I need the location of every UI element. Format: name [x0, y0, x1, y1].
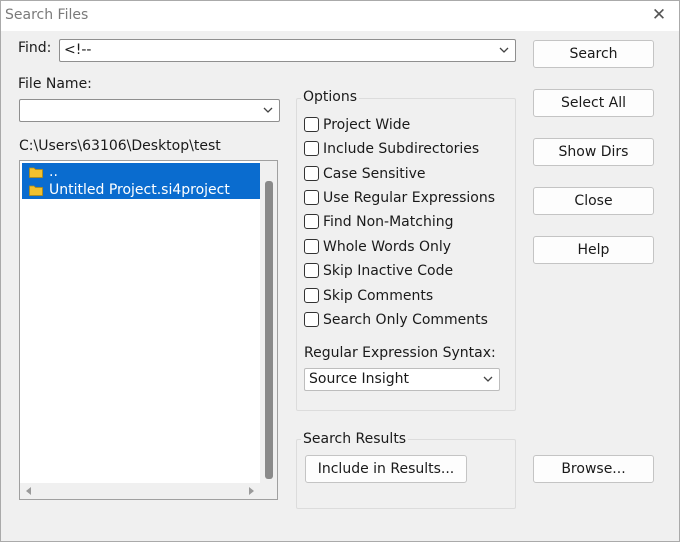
- checkbox-label: Include Subdirectories: [323, 141, 480, 157]
- checkbox-label: Use Regular Expressions: [323, 190, 496, 206]
- list-item-label: Untitled Project.si4project: [49, 182, 230, 198]
- chevron-down-icon[interactable]: [498, 44, 510, 56]
- find-value: <!--: [64, 42, 92, 58]
- title-bar: Search Files ✕: [1, 1, 679, 31]
- checkbox-box[interactable]: [304, 166, 319, 181]
- current-path: C:\Users\63106\Desktop\test: [19, 138, 221, 154]
- checkbox-label: Find Non-Matching: [323, 214, 454, 230]
- browse-button[interactable]: Browse...: [533, 455, 654, 483]
- arrow-left-icon[interactable]: [24, 486, 34, 496]
- vertical-scrollbar[interactable]: [260, 161, 277, 484]
- checkbox-box[interactable]: [304, 214, 319, 229]
- close-button[interactable]: Close: [533, 187, 654, 215]
- file-name-label: File Name:: [18, 76, 92, 92]
- select-all-button[interactable]: Select All: [533, 89, 654, 117]
- file-name-combobox[interactable]: [19, 99, 280, 122]
- regex-syntax-select[interactable]: Source Insight: [304, 368, 500, 391]
- checkbox-label: Whole Words Only: [323, 239, 452, 255]
- show-dirs-button[interactable]: Show Dirs: [533, 138, 654, 166]
- close-icon[interactable]: ✕: [651, 6, 667, 24]
- regex-syntax-label: Regular Expression Syntax:: [304, 345, 496, 361]
- search-button[interactable]: Search: [533, 40, 654, 68]
- checkbox-box[interactable]: [304, 239, 319, 254]
- include-in-results-button[interactable]: Include in Results...: [305, 455, 467, 483]
- chevron-down-icon[interactable]: [482, 373, 494, 385]
- checkbox-label: Skip Inactive Code: [323, 263, 454, 279]
- find-label: Find:: [18, 40, 52, 56]
- folder-icon: [29, 167, 43, 178]
- checkbox-box[interactable]: [304, 312, 319, 327]
- chevron-down-icon[interactable]: [262, 104, 274, 116]
- list-item-label: ..: [49, 164, 58, 180]
- checkbox-label: Case Sensitive: [323, 166, 426, 182]
- horizontal-scrollbar[interactable]: [20, 483, 277, 499]
- checkbox-label: Search Only Comments: [323, 312, 488, 328]
- checkbox-box[interactable]: [304, 141, 319, 156]
- checkbox-box[interactable]: [304, 263, 319, 278]
- help-button[interactable]: Help: [533, 236, 654, 264]
- checkbox-label: Project Wide: [323, 117, 411, 133]
- list-item[interactable]: Untitled Project.si4project: [22, 181, 260, 199]
- checkbox-label: Skip Comments: [323, 288, 434, 304]
- options-group-title: Options: [301, 89, 360, 105]
- search-files-dialog: Search Files ✕ Find: <!-- File Name: C:\…: [0, 0, 680, 542]
- checkbox-box[interactable]: [304, 190, 319, 205]
- arrow-right-icon[interactable]: [246, 486, 256, 496]
- search-results-group-title: Search Results: [301, 431, 409, 447]
- find-combobox[interactable]: <!--: [59, 39, 516, 62]
- regex-syntax-value: Source Insight: [309, 371, 409, 387]
- checkbox-box[interactable]: [304, 117, 319, 132]
- list-item[interactable]: ..: [22, 163, 260, 181]
- file-list[interactable]: .. Untitled Project.si4project: [19, 160, 278, 500]
- folder-icon: [29, 185, 43, 196]
- window-title: Search Files: [5, 7, 89, 23]
- checkbox-box[interactable]: [304, 288, 319, 303]
- vertical-scroll-thumb[interactable]: [265, 181, 273, 479]
